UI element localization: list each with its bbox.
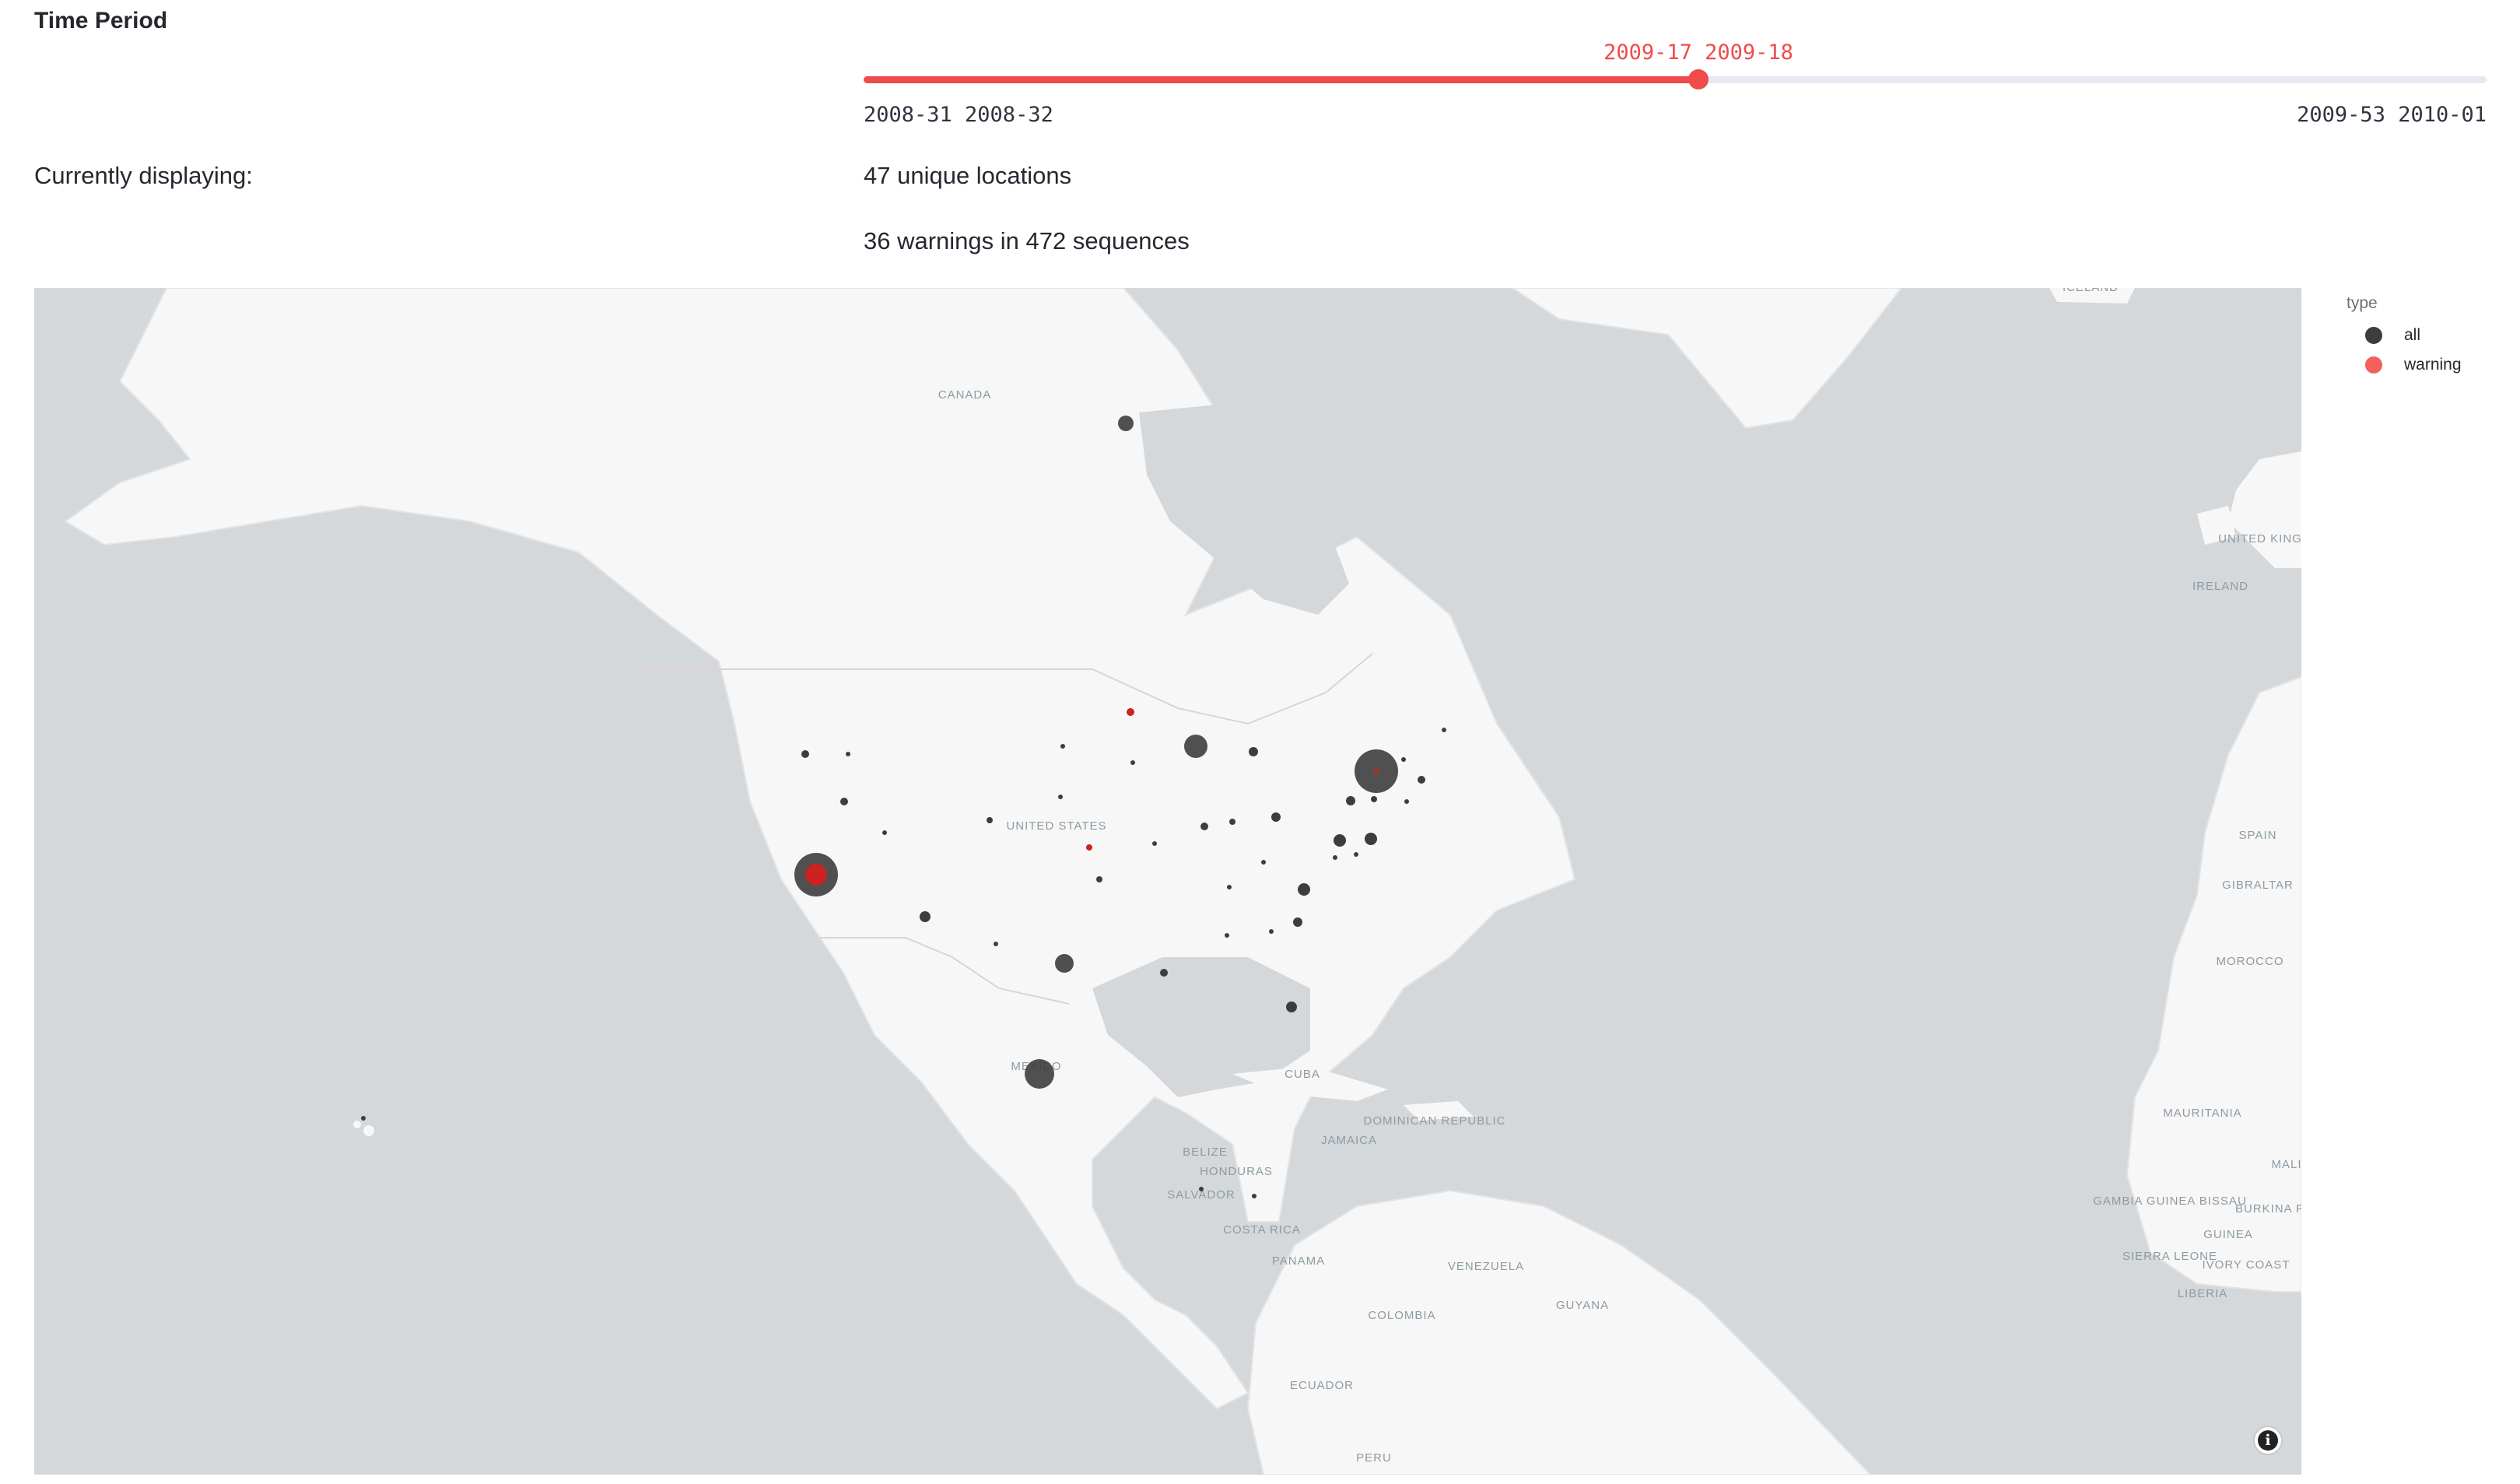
location-marker-all[interactable] bbox=[1354, 852, 1358, 857]
map-label: GIBRALTAR bbox=[2222, 879, 2294, 892]
hawaii-island bbox=[363, 1125, 374, 1136]
map-label: UNITED KINGDOM bbox=[2218, 532, 2301, 546]
map-label: GUYANA bbox=[1556, 1299, 1609, 1312]
map-label: DOMINICAN REPUBLIC bbox=[1363, 1114, 1505, 1128]
map-label: MOROCCO bbox=[2217, 955, 2284, 968]
time-slider-thumb[interactable] bbox=[1688, 69, 1709, 89]
location-marker-all[interactable] bbox=[1365, 833, 1377, 845]
map-label: VENEZUELA bbox=[1448, 1260, 1524, 1273]
location-marker-all[interactable] bbox=[1346, 796, 1355, 805]
location-marker-all[interactable] bbox=[1058, 795, 1063, 799]
location-marker-all[interactable] bbox=[1060, 744, 1065, 749]
map-label: CUBA bbox=[1285, 1068, 1320, 1081]
map-label: ICELAND bbox=[2063, 288, 2119, 294]
location-marker-all[interactable] bbox=[1271, 812, 1281, 822]
map-label: BURKINA FASO bbox=[2235, 1202, 2301, 1216]
location-marker-all[interactable] bbox=[840, 798, 848, 805]
map-label: COLOMBIA bbox=[1368, 1309, 1435, 1322]
info-icon[interactable]: i bbox=[2253, 1426, 2283, 1455]
location-marker-all[interactable] bbox=[1160, 969, 1168, 977]
location-marker-all[interactable] bbox=[1199, 1187, 1204, 1191]
info-glyph: i bbox=[2258, 1430, 2278, 1451]
map-label: GAMBIA GUINEA BISSAU bbox=[2093, 1195, 2247, 1208]
warnings-sequences-text: 36 warnings in 472 sequences bbox=[864, 227, 1190, 254]
location-marker-all[interactable] bbox=[1249, 747, 1258, 756]
location-marker-all[interactable] bbox=[1293, 917, 1302, 927]
legend-item-all[interactable]: all bbox=[2365, 322, 2420, 349]
currently-displaying-label: Currently displaying: bbox=[34, 162, 253, 189]
location-marker-all[interactable] bbox=[1298, 883, 1310, 896]
location-marker-all[interactable] bbox=[1184, 735, 1207, 758]
location-marker-all[interactable] bbox=[1333, 855, 1337, 860]
map-label: GUINEA bbox=[2203, 1228, 2253, 1241]
map-label: ECUADOR bbox=[1290, 1379, 1354, 1392]
time-slider-min-label: 2008-31 2008-32 bbox=[864, 103, 1053, 127]
time-slider-fill bbox=[864, 76, 1698, 83]
location-marker-all[interactable] bbox=[920, 911, 931, 922]
location-marker-all[interactable] bbox=[1055, 954, 1074, 973]
map[interactable]: CANADA UNITED STATES MEXICO CUBA DOMINIC… bbox=[34, 288, 2301, 1475]
map-label: IVORY COAST bbox=[2203, 1258, 2290, 1272]
location-marker-warning[interactable] bbox=[805, 864, 827, 886]
location-marker-all[interactable] bbox=[1225, 933, 1229, 938]
location-marker-all[interactable] bbox=[1025, 1059, 1054, 1089]
map-label: UNITED STATES bbox=[1006, 819, 1106, 833]
location-marker-warning[interactable] bbox=[1374, 769, 1379, 774]
location-marker-all[interactable] bbox=[1118, 416, 1134, 431]
location-marker-all[interactable] bbox=[1442, 728, 1446, 732]
location-marker-all[interactable] bbox=[1200, 823, 1208, 830]
map-label: CANADA bbox=[938, 388, 992, 402]
time-period-title: Time Period bbox=[34, 8, 168, 33]
map-canvas[interactable]: CANADA UNITED STATES MEXICO CUBA DOMINIC… bbox=[34, 288, 2301, 1475]
location-marker-all[interactable] bbox=[801, 750, 809, 758]
map-legend: type all warning bbox=[2347, 294, 2510, 388]
location-marker-all[interactable] bbox=[1401, 757, 1406, 762]
map-label: SPAIN bbox=[2239, 829, 2277, 842]
map-label: PANAMA bbox=[1272, 1254, 1325, 1268]
location-marker-all[interactable] bbox=[1371, 796, 1377, 802]
location-marker-all[interactable] bbox=[1404, 799, 1409, 804]
map-label: IRELAND bbox=[2192, 580, 2248, 593]
location-marker-all[interactable] bbox=[1334, 834, 1346, 847]
time-slider-max-label: 2009-53 2010-01 bbox=[2297, 103, 2487, 127]
map-label: HONDURAS bbox=[1200, 1165, 1273, 1178]
location-marker-all[interactable] bbox=[1261, 860, 1266, 865]
location-marker-all[interactable] bbox=[882, 830, 887, 835]
legend-label-all: all bbox=[2404, 326, 2421, 344]
map-label: MALI bbox=[2271, 1158, 2301, 1171]
location-marker-all[interactable] bbox=[1286, 1002, 1297, 1012]
map-label: BELIZE bbox=[1183, 1145, 1228, 1159]
location-marker-all[interactable] bbox=[994, 942, 998, 946]
map-label: JAMAICA bbox=[1321, 1134, 1377, 1147]
hawaii-island bbox=[353, 1121, 361, 1128]
location-marker-all[interactable] bbox=[1229, 819, 1235, 825]
legend-item-warning[interactable]: warning bbox=[2365, 352, 2462, 378]
location-marker-all[interactable] bbox=[846, 752, 850, 756]
legend-title: type bbox=[2347, 294, 2378, 312]
location-marker-all[interactable] bbox=[361, 1116, 366, 1121]
map-label: LIBERIA bbox=[2178, 1287, 2228, 1300]
location-marker-all[interactable] bbox=[987, 817, 993, 823]
location-marker-all[interactable] bbox=[1130, 760, 1135, 765]
map-label: PERU bbox=[1356, 1451, 1392, 1465]
location-marker-all[interactable] bbox=[1252, 1194, 1256, 1198]
location-marker-all[interactable] bbox=[1418, 776, 1425, 784]
legend-label-warning: warning bbox=[2404, 356, 2462, 374]
location-marker-all[interactable] bbox=[1152, 841, 1157, 846]
map-label: COSTA RICA bbox=[1223, 1223, 1301, 1237]
time-slider-value: 2009-17 2009-18 bbox=[1603, 40, 1793, 65]
location-marker-all[interactable] bbox=[1227, 885, 1232, 889]
location-marker-all[interactable] bbox=[1096, 876, 1102, 882]
unique-locations-text: 47 unique locations bbox=[864, 162, 1072, 189]
legend-swatch-warning bbox=[2365, 356, 2382, 374]
location-marker-all[interactable] bbox=[1269, 929, 1274, 934]
legend-swatch-all bbox=[2365, 327, 2382, 344]
location-marker-warning[interactable] bbox=[1086, 844, 1092, 851]
map-label: MAURITANIA bbox=[2163, 1107, 2241, 1120]
location-marker-warning[interactable] bbox=[1127, 708, 1134, 716]
